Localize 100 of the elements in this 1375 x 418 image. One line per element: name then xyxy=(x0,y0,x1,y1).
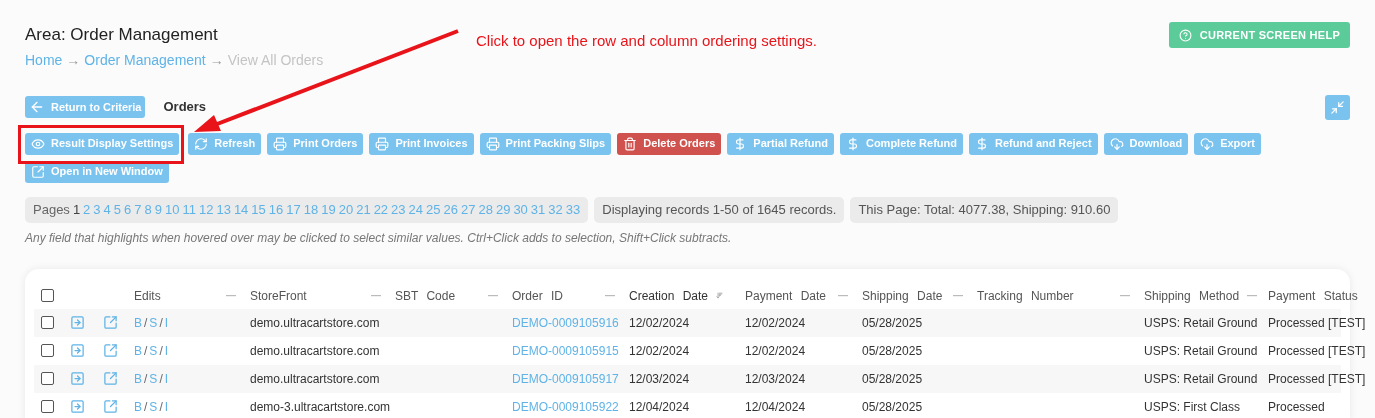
checkbox[interactable] xyxy=(41,316,54,329)
page-link[interactable]: 24 xyxy=(408,199,424,220)
column-header[interactable]: Payment Status xyxy=(1268,286,1358,305)
edit-link[interactable]: B xyxy=(134,369,142,388)
edit-link[interactable]: S xyxy=(149,341,158,360)
cloud-download-icon xyxy=(1109,136,1124,151)
page-link[interactable]: 13 xyxy=(216,199,231,220)
page-link[interactable]: 15 xyxy=(251,199,266,220)
edit-link[interactable]: I xyxy=(164,397,169,416)
table-cell-text: 05/28/2025 xyxy=(862,398,924,416)
toolbar-button[interactable]: Complete Refund xyxy=(839,132,963,155)
edit-separator: / xyxy=(144,398,148,416)
edit-separator: / xyxy=(159,314,163,332)
edit-link[interactable]: B xyxy=(134,397,142,416)
edit-link[interactable]: S xyxy=(149,397,158,416)
column-header[interactable]: StoreFront xyxy=(250,286,307,305)
page-link[interactable]: 1 xyxy=(72,199,81,220)
toolbar-button[interactable]: Print Orders xyxy=(267,132,364,155)
page-link[interactable]: 8 xyxy=(144,199,152,220)
order-id-link[interactable]: DEMO-0009105922 xyxy=(512,397,629,416)
column-header[interactable]: Creation Date xyxy=(629,286,709,305)
edit-link[interactable]: S xyxy=(149,369,158,388)
page-link[interactable]: 29 xyxy=(495,199,511,220)
page-link[interactable]: 30 xyxy=(513,199,528,220)
table-cell-text: demo.ultracartstore.com xyxy=(250,342,381,360)
edit-separator: / xyxy=(159,342,163,360)
order-id-link[interactable]: DEMO-0009105916 xyxy=(512,313,629,332)
edit-link[interactable]: I xyxy=(164,369,169,388)
toolbar-button[interactable]: Partial Refund xyxy=(727,132,834,155)
page-link[interactable]: 17 xyxy=(286,199,301,220)
order-id-link[interactable]: DEMO-0009105917 xyxy=(512,369,629,388)
toolbar-button[interactable]: Refund and Reject xyxy=(969,132,1098,155)
collapse-button[interactable] xyxy=(1325,94,1350,120)
edit-link[interactable]: S xyxy=(149,313,158,332)
page-link[interactable]: 3 xyxy=(93,199,101,220)
page-link[interactable]: 27 xyxy=(461,199,476,220)
page-link[interactable]: 9 xyxy=(154,199,162,220)
column-header[interactable]: SBT Code xyxy=(395,286,456,305)
help-button[interactable]: CURRENT SCREEN HELP xyxy=(1168,22,1350,48)
page-link[interactable]: 7 xyxy=(134,199,142,220)
page-link[interactable]: 25 xyxy=(426,199,441,220)
page-link[interactable]: 32 xyxy=(548,199,563,220)
page-link[interactable]: 6 xyxy=(124,199,132,220)
toolbar-button[interactable]: Download xyxy=(1103,132,1189,155)
edit-link[interactable]: B xyxy=(134,341,142,360)
page-link[interactable]: 4 xyxy=(103,199,111,220)
external-link-icon xyxy=(31,164,45,179)
toolbar-button[interactable]: Delete Orders xyxy=(617,132,722,155)
minus-icon xyxy=(1247,294,1258,297)
order-id-link[interactable]: DEMO-0009105915 xyxy=(512,341,629,360)
column-header[interactable]: Shipping Method xyxy=(1144,286,1240,305)
page-link[interactable]: 5 xyxy=(113,199,122,220)
toolbar-button[interactable]: Print Packing Slips xyxy=(479,132,612,155)
page-link[interactable]: 11 xyxy=(182,199,196,220)
page-link[interactable]: 20 xyxy=(338,199,354,220)
page-link[interactable]: 16 xyxy=(268,199,284,220)
page-link[interactable]: 10 xyxy=(165,199,180,220)
page-link[interactable]: 18 xyxy=(303,199,319,220)
return-button[interactable]: Return to Criteria xyxy=(25,96,146,118)
page-link[interactable]: 33 xyxy=(565,199,581,220)
page-link[interactable]: 26 xyxy=(443,199,458,220)
column-header[interactable]: Shipping Date xyxy=(862,286,943,305)
toolbar-button[interactable]: Refresh xyxy=(188,132,262,155)
checkbox[interactable] xyxy=(41,372,54,385)
checkbox[interactable] xyxy=(41,344,54,357)
edit-link[interactable]: I xyxy=(164,341,169,360)
column-header[interactable]: Payment Date xyxy=(745,286,827,305)
page-link[interactable]: 31 xyxy=(530,199,546,220)
external-link-icon[interactable] xyxy=(103,315,118,330)
column-header[interactable]: Order ID xyxy=(512,286,563,305)
external-link-icon[interactable] xyxy=(103,371,118,386)
external-link-icon[interactable] xyxy=(103,343,118,358)
page-link[interactable]: 28 xyxy=(478,199,493,220)
edit-link[interactable]: I xyxy=(164,313,169,332)
column-header[interactable]: Edits xyxy=(134,286,161,305)
table-cell-text: Processed [TEST] xyxy=(1268,342,1366,360)
breadcrumb-link[interactable]: Home xyxy=(25,49,63,71)
checkbox[interactable] xyxy=(41,400,54,413)
edit-separator: / xyxy=(159,370,163,388)
page-link[interactable]: 12 xyxy=(198,199,214,220)
toolbar-button[interactable]: Print Invoices xyxy=(369,132,474,155)
edit-link[interactable]: B xyxy=(134,313,142,332)
table-cell-text: 05/28/2025 xyxy=(862,370,924,388)
breadcrumb-link[interactable]: Order Management xyxy=(84,49,206,71)
page-link[interactable]: 23 xyxy=(391,199,406,220)
toolbar-button[interactable]: Export xyxy=(1194,132,1261,155)
toolbar-button[interactable]: Result Display Settings xyxy=(25,132,180,155)
checkbox[interactable] xyxy=(41,289,54,302)
minus-icon xyxy=(838,294,848,297)
page-link[interactable]: 14 xyxy=(233,199,249,220)
page-link[interactable]: 2 xyxy=(83,199,91,220)
table-cell-text: 05/28/2025 xyxy=(862,342,924,360)
table-cell-text: Processed [TEST] xyxy=(1268,314,1366,332)
page-link[interactable]: 19 xyxy=(321,199,336,220)
external-link-icon[interactable] xyxy=(103,399,118,414)
edit-separator: / xyxy=(144,370,148,388)
column-header[interactable]: Tracking Number xyxy=(977,286,1074,305)
table-cell-text: 12/02/2024 xyxy=(629,342,691,360)
page-link[interactable]: 22 xyxy=(373,199,389,220)
page-link[interactable]: 21 xyxy=(356,199,371,220)
